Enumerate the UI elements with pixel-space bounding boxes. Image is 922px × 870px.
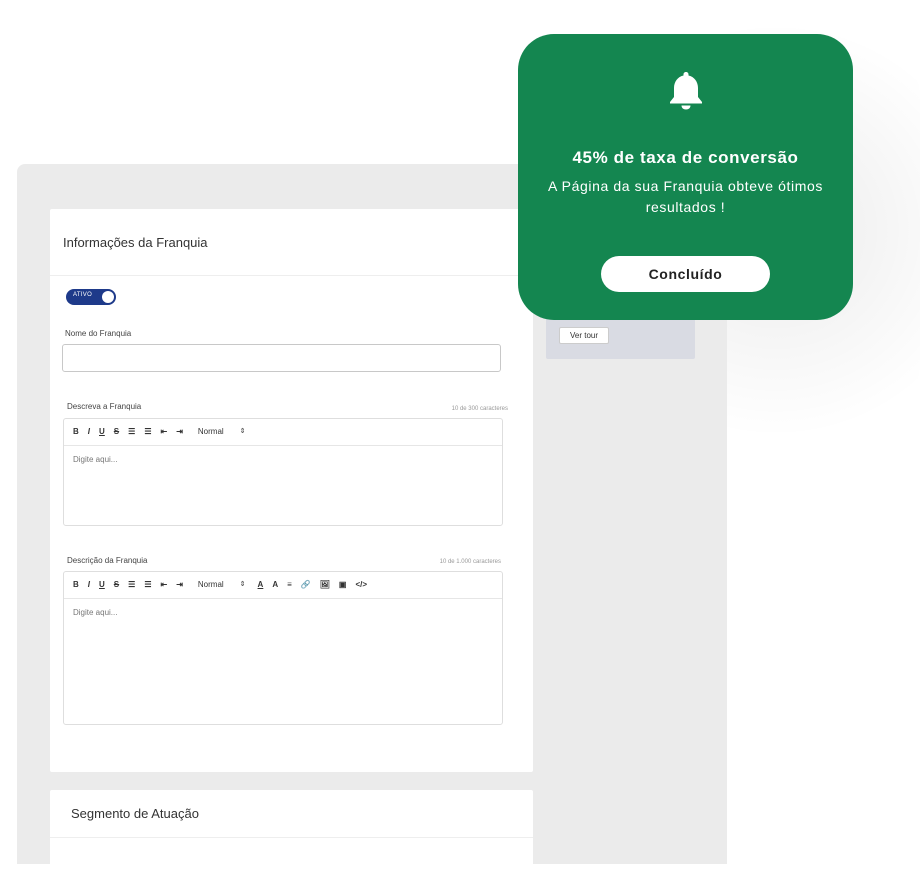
- toggle-knob: [102, 291, 114, 303]
- outdent-icon[interactable]: ⇤: [160, 419, 167, 445]
- popup-message: A Página da sua Franquia obteve ótimos r…: [548, 178, 823, 215]
- toggle-label: ATIVO: [73, 292, 93, 298]
- descricao-char-count: 10 de 1.000 caracteres: [439, 559, 501, 565]
- descreva-editor[interactable]: B I U S ☰ ☰ ⇤ ⇥ Normal ⇕ Digite aqui...: [63, 418, 503, 526]
- strike-button[interactable]: S: [114, 572, 119, 598]
- underline-button[interactable]: U: [99, 419, 105, 445]
- nome-input[interactable]: [62, 344, 501, 372]
- image-icon[interactable]: 🖼: [320, 572, 330, 598]
- indent-icon[interactable]: ⇥: [176, 572, 183, 598]
- video-icon[interactable]: ▣: [339, 572, 347, 598]
- bold-button[interactable]: B: [73, 572, 79, 598]
- active-toggle[interactable]: ATIVO: [66, 289, 116, 305]
- ver-tour-button[interactable]: Ver tour: [559, 327, 610, 344]
- text-color-icon[interactable]: A: [258, 572, 264, 598]
- bold-button[interactable]: B: [73, 419, 79, 445]
- format-select[interactable]: Normal: [198, 572, 224, 598]
- strike-button[interactable]: S: [114, 419, 119, 445]
- bell-icon: [670, 72, 702, 110]
- descricao-editor[interactable]: B I U S ☰ ☰ ⇤ ⇥ Normal ⇕ A A ≡ 🔗 🖼 ▣ </>…: [63, 571, 503, 725]
- italic-button[interactable]: I: [88, 419, 90, 445]
- popup-title: 45% de taxa de conversão: [572, 148, 799, 167]
- editor-toolbar: B I U S ☰ ☰ ⇤ ⇥ Normal ⇕ A A ≡ 🔗 🖼 ▣ </>: [64, 572, 502, 599]
- outdent-icon[interactable]: ⇤: [160, 572, 167, 598]
- bullet-list-icon[interactable]: ☰: [144, 572, 151, 598]
- underline-button[interactable]: U: [99, 572, 105, 598]
- segment-title: Segmento de Atuação: [50, 790, 533, 838]
- background-color-icon[interactable]: A: [272, 572, 278, 598]
- nome-label: Nome do Franquia: [65, 329, 132, 338]
- ordered-list-icon[interactable]: ☰: [128, 419, 135, 445]
- link-icon[interactable]: 🔗: [301, 572, 311, 598]
- descreva-editor-body[interactable]: Digite aqui...: [64, 446, 502, 473]
- ordered-list-icon[interactable]: ☰: [128, 572, 135, 598]
- bullet-list-icon[interactable]: ☰: [144, 419, 151, 445]
- descreva-label: Descreva a Franquia: [67, 402, 142, 411]
- italic-button[interactable]: I: [88, 572, 90, 598]
- concluido-button[interactable]: Concluído: [601, 256, 770, 292]
- section-title: Informações da Franquia: [50, 209, 533, 276]
- conversion-popup: 45% de taxa de conversão A Página da sua…: [518, 34, 853, 320]
- editor-toolbar: B I U S ☰ ☰ ⇤ ⇥ Normal ⇕: [64, 419, 502, 446]
- segment-card: Segmento de Atuação: [50, 790, 533, 870]
- descreva-char-count: 10 de 300 caracteres: [451, 406, 508, 412]
- code-icon[interactable]: </>: [355, 572, 367, 598]
- indent-icon[interactable]: ⇥: [176, 419, 183, 445]
- descricao-label: Descrição da Franquia: [67, 556, 148, 565]
- format-select[interactable]: Normal: [198, 419, 224, 445]
- format-select-arrow-icon[interactable]: ⇕: [240, 572, 246, 598]
- align-icon[interactable]: ≡: [287, 572, 292, 598]
- format-select-arrow-icon[interactable]: ⇕: [240, 419, 246, 445]
- descricao-editor-body[interactable]: Digite aqui...: [64, 599, 502, 626]
